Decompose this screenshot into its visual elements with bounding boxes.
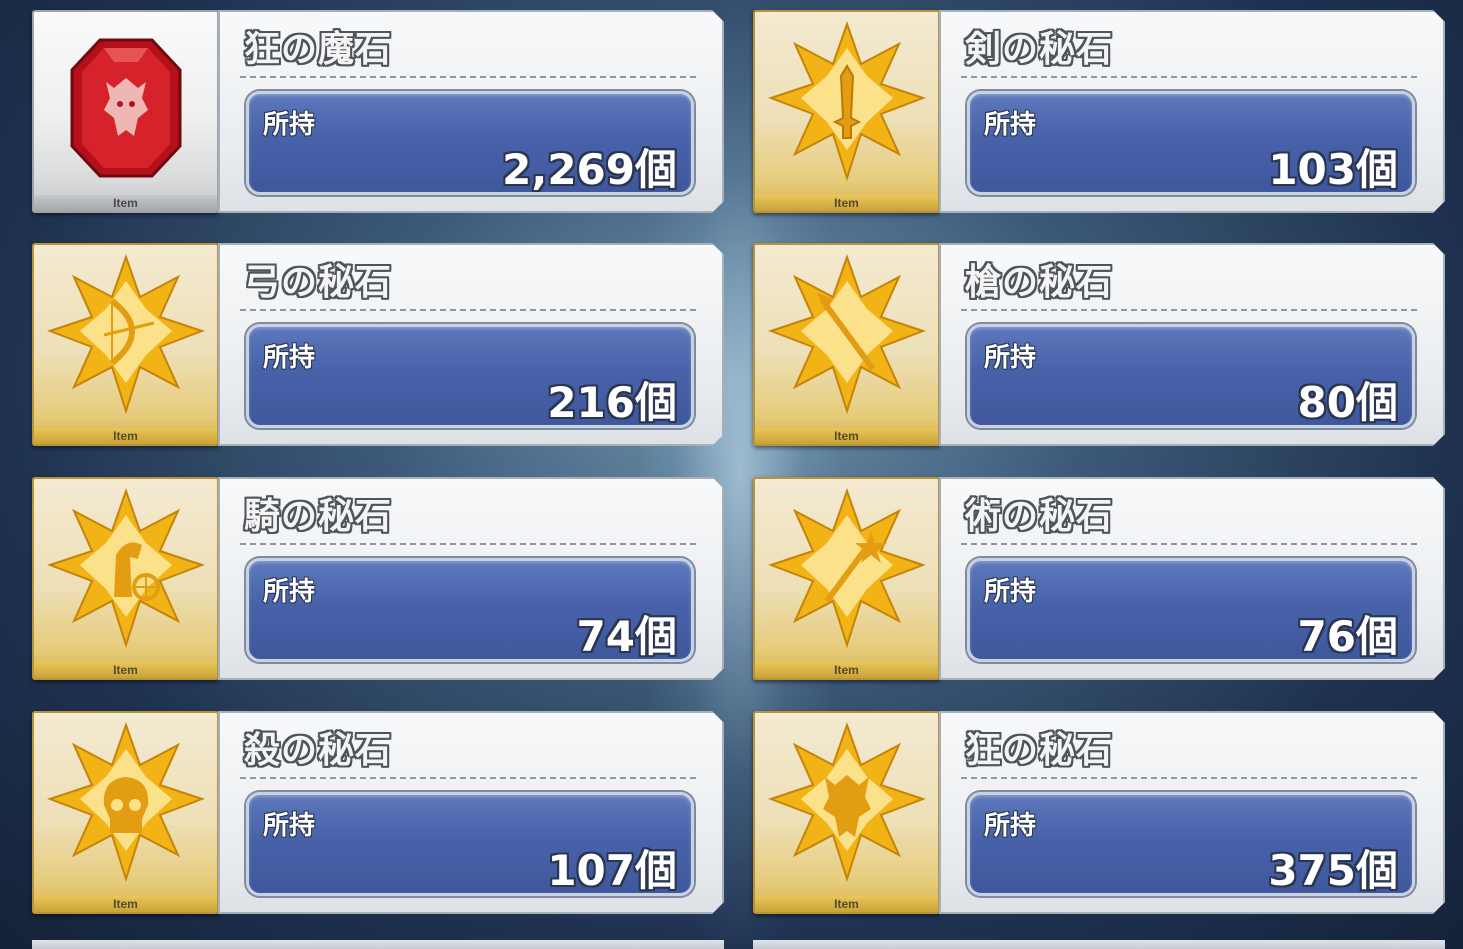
item-card-rider-stone[interactable]: Item 騎の秘石 所持 74個 <box>32 477 724 682</box>
owned-count-box: 所持 76個 <box>967 558 1415 662</box>
red-gem-berserker-icon <box>70 38 182 178</box>
item-info-panel: 狂の魔石 所持 2,269個 <box>218 10 724 213</box>
item-card-archer-stone[interactable]: Item 弓の秘石 所持 216個 <box>32 243 724 448</box>
item-tag: Item <box>34 195 217 211</box>
item-name: 術の秘石 <box>965 496 1114 537</box>
item-info-panel: 狂の秘石 所持 375個 <box>939 711 1445 914</box>
item-name: 狂の魔石 <box>244 29 393 70</box>
item-name: 槍の秘石 <box>965 262 1114 303</box>
owned-label: 所持 <box>984 343 1037 373</box>
gold-star-caster-icon <box>768 487 926 649</box>
owned-count-box: 所持 2,269個 <box>246 91 694 195</box>
item-tag: Item <box>755 662 938 678</box>
item-info-panel: 槍の秘石 所持 80個 <box>939 243 1445 446</box>
owned-count-box: 所持 216個 <box>246 324 694 428</box>
owned-count-box: 所持 103個 <box>967 91 1415 195</box>
owned-label: 所持 <box>263 811 316 841</box>
item-card-assassin-stone[interactable]: Item 殺の秘石 所持 107個 <box>32 711 724 916</box>
item-card-berserker-gem[interactable]: Item 狂の魔石 所持 2,269個 <box>32 10 724 215</box>
owned-label: 所持 <box>984 811 1037 841</box>
item-tag: Item <box>34 896 217 912</box>
item-info-panel: 殺の秘石 所持 107個 <box>218 711 724 914</box>
divider <box>240 777 696 779</box>
divider <box>961 543 1417 545</box>
divider <box>240 309 696 311</box>
gold-star-berserker-icon <box>768 721 926 883</box>
owned-count: 74個 <box>576 612 677 661</box>
item-info-panel: 剣の秘石 所持 103個 <box>939 10 1445 213</box>
item-tag: Item <box>34 428 217 444</box>
owned-count-box: 所持 74個 <box>246 558 694 662</box>
owned-count: 107個 <box>547 846 677 895</box>
divider <box>961 777 1417 779</box>
owned-count: 80個 <box>1297 378 1398 427</box>
item-name: 弓の秘石 <box>244 262 393 303</box>
owned-count: 375個 <box>1268 846 1398 895</box>
owned-label: 所持 <box>984 577 1037 607</box>
item-name: 狂の秘石 <box>965 730 1114 771</box>
item-icon-frame: Item <box>32 243 219 446</box>
next-item-card-partial <box>753 940 1445 949</box>
gold-star-rider-icon <box>47 487 205 649</box>
divider <box>240 543 696 545</box>
item-icon-frame: Item <box>32 477 219 680</box>
next-item-card-partial <box>32 940 724 949</box>
item-icon-frame: Item <box>753 711 940 914</box>
item-name: 剣の秘石 <box>965 29 1114 70</box>
item-card-lancer-stone[interactable]: Item 槍の秘石 所持 80個 <box>753 243 1445 448</box>
item-tag: Item <box>755 896 938 912</box>
gold-star-sword-icon <box>768 20 926 182</box>
item-card-berserker-stone[interactable]: Item 狂の秘石 所持 375個 <box>753 711 1445 916</box>
item-icon-frame: Item <box>753 10 940 213</box>
divider <box>961 309 1417 311</box>
owned-count: 103個 <box>1268 145 1398 194</box>
owned-label: 所持 <box>263 110 316 140</box>
owned-count: 216個 <box>547 378 677 427</box>
item-icon-frame: Item <box>753 243 940 446</box>
owned-count-box: 所持 80個 <box>967 324 1415 428</box>
item-icon-frame: Item <box>753 477 940 680</box>
item-info-panel: 弓の秘石 所持 216個 <box>218 243 724 446</box>
item-card-saber-stone[interactable]: Item 剣の秘石 所持 103個 <box>753 10 1445 215</box>
item-icon-frame: Item <box>32 10 219 213</box>
owned-count-box: 所持 375個 <box>967 792 1415 896</box>
owned-label: 所持 <box>263 343 316 373</box>
item-name: 騎の秘石 <box>244 496 393 537</box>
item-tag: Item <box>34 662 217 678</box>
item-info-panel: 騎の秘石 所持 74個 <box>218 477 724 680</box>
owned-count: 76個 <box>1297 612 1398 661</box>
item-card-caster-stone[interactable]: Item 術の秘石 所持 76個 <box>753 477 1445 682</box>
item-info-panel: 術の秘石 所持 76個 <box>939 477 1445 680</box>
item-tag: Item <box>755 195 938 211</box>
gold-star-bow-icon <box>47 253 205 415</box>
item-icon-frame: Item <box>32 711 219 914</box>
gold-star-assassin-icon <box>47 721 205 883</box>
gold-star-lance-icon <box>768 253 926 415</box>
divider <box>240 76 696 78</box>
owned-label: 所持 <box>263 577 316 607</box>
item-name: 殺の秘石 <box>244 730 393 771</box>
owned-label: 所持 <box>984 110 1037 140</box>
divider <box>961 76 1417 78</box>
owned-count: 2,269個 <box>502 145 677 194</box>
item-tag: Item <box>755 428 938 444</box>
owned-count-box: 所持 107個 <box>246 792 694 896</box>
